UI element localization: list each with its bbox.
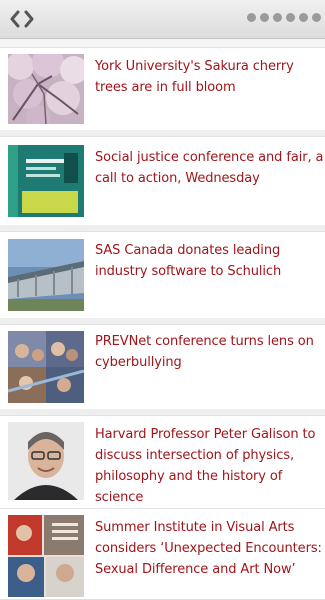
news-item-summer-institute[interactable]: Summer Institute in Visual Arts consider… [0,508,325,600]
news-item-galison[interactable]: Harvard Professor Peter Galison to discu… [0,415,325,509]
page-dot[interactable] [260,13,269,22]
news-title[interactable]: Harvard Professor Peter Galison to discu… [95,424,325,508]
news-title[interactable]: Social justice conference and fair, a ca… [95,147,325,189]
cherry-blossom-photo [8,54,84,124]
news-title[interactable]: SAS Canada donates leading industry soft… [95,240,325,282]
page-dots [247,13,321,22]
summer-institute-collage [8,515,84,597]
news-title[interactable]: Summer Institute in Visual Arts consider… [95,517,325,580]
conference-poster-image [8,145,84,217]
top-navigation-bar [0,0,325,39]
professor-portrait-photo [8,422,84,500]
page-dot[interactable] [273,13,282,22]
page-dot[interactable] [299,13,308,22]
page-dot[interactable] [312,13,321,22]
chevron-right-icon[interactable] [24,9,35,29]
building-photo [8,239,84,311]
page-dot[interactable] [286,13,295,22]
news-item-sas-canada[interactable]: SAS Canada donates leading industry soft… [0,231,325,319]
news-item-social-justice[interactable]: Social justice conference and fair, a ca… [0,136,325,226]
chevron-left-icon[interactable] [9,9,20,29]
students-collage-photo [8,331,84,403]
page-dot[interactable] [247,13,256,22]
news-title[interactable]: PREVNet conference turns lens on cyberbu… [95,331,325,373]
news-item-prevnet[interactable]: PREVNet conference turns lens on cyberbu… [0,324,325,410]
slider-arrows[interactable] [9,9,35,29]
news-item-sakura[interactable]: York University's Sakura cherry trees ar… [0,47,325,131]
news-title[interactable]: York University's Sakura cherry trees ar… [95,56,325,98]
